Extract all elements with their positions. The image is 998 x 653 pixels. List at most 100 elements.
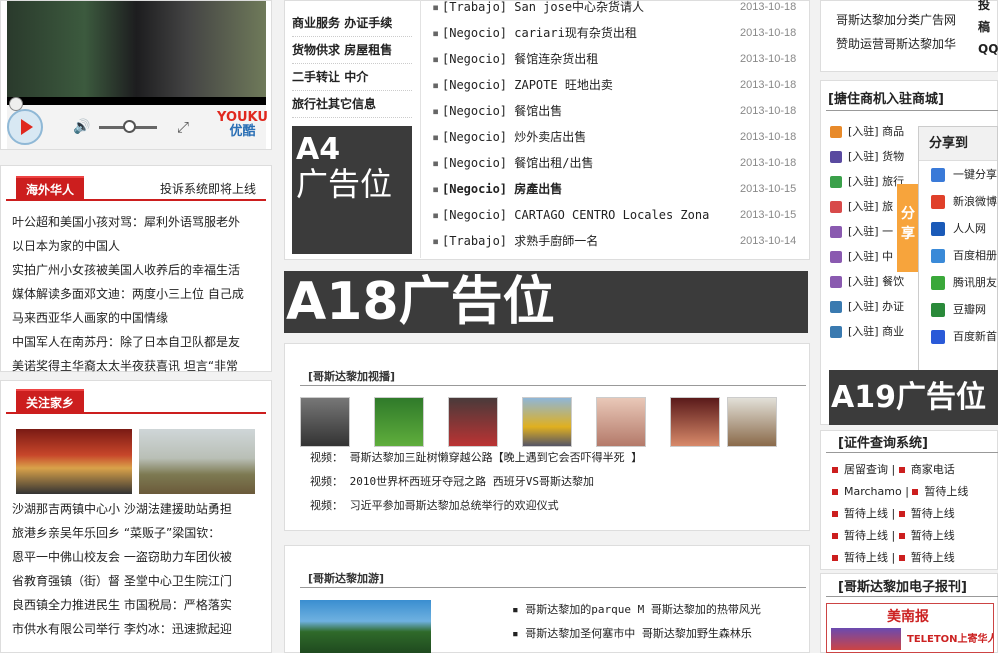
list-item[interactable]: 视频： 习近平参加哥斯达黎加总统举行的欢迎仪式 [310,494,800,518]
complaint-link[interactable]: 投诉系统即将上线 [160,180,256,197]
list-item[interactable]: 叶公超和美国小孩对骂：犀利外语骂服老外 [12,210,262,234]
table-row[interactable]: ▪ [Trabajo] San jose中心杂货请人 2013-10-18 [432,0,804,20]
ad-a4[interactable]: A4 广告位 [292,126,412,254]
cert-link[interactable]: 商家电话 [911,463,955,476]
video-thumb[interactable] [374,397,424,447]
video-thumb[interactable] [727,397,777,447]
list-item[interactable]: 哥斯达黎加分类广告网 [836,8,976,32]
video-frame[interactable] [7,1,266,97]
list-item[interactable]: 赞助运营哥斯达黎加华 [836,32,976,56]
table-row[interactable]: ▪ [Negocio] 餐馆连杂货出租 2013-10-18 [432,46,804,72]
table-row[interactable]: ▪ [Negocio] 炒外卖店出售 2013-10-18 [432,124,804,150]
cert-link[interactable]: Marchamo [844,485,902,498]
nav-link[interactable]: 办证手续 [344,16,392,30]
list-item[interactable]: [入驻] 餐饮 [830,269,920,294]
list-item[interactable]: [入驻] 商业 [830,319,920,344]
nav-link[interactable]: 货物供求 [292,43,340,57]
share-item[interactable]: 百度相册 [919,242,997,269]
list-item[interactable]: 马来西亚华人画家的中国情缘 [12,306,262,330]
ad-a18[interactable]: A18广告位 [284,271,808,333]
video-thumb[interactable] [448,397,498,447]
nav-link[interactable]: 二手转让 [292,70,340,84]
ad-a19[interactable]: A19广告位 [829,370,998,425]
list-item[interactable]: 旅港乡亲吴年乐回乡 “菜贩子”梁国钦： [12,521,264,545]
list-item[interactable]: [入驻] 货物 [830,144,920,169]
nav-link[interactable]: 商业服务 [292,16,340,30]
video-progress-bar[interactable] [7,97,266,105]
list-item[interactable]: [入驻] 办证 [830,294,920,319]
list-item[interactable]: [入驻] 商品 [830,119,920,144]
table-row[interactable]: ▪ [Negocio] CARTAGO CENTRO Locales Zona 20… [432,202,804,228]
section-title: [哥斯达黎加游] [308,572,385,585]
list-item[interactable]: ▪ 哥斯达黎加的parque M 哥斯达黎加的热带风光 [512,598,802,622]
table-row[interactable]: ▪ [Negocio] 餐馆出售 2013-10-18 [432,98,804,124]
renren-icon [931,221,945,236]
cert-link[interactable]: 暂待上线 [844,529,888,542]
list-item[interactable]: 市供水有限公司举行 李灼冰：迅速掀起迎 [12,617,264,641]
share-item[interactable]: 豆瓣网 [919,296,997,323]
table-row[interactable]: ▪ [Negocio] 房產出售 2013-10-15 [432,176,804,202]
travel-list: ▪ 哥斯达黎加的parque M 哥斯达黎加的热带风光 ▪ 哥斯达黎加圣何塞市中… [512,598,802,646]
epaper-cover[interactable]: 美南报 TELETON上寄华人 [826,603,994,653]
fullscreen-icon[interactable]: ⤢ [177,118,189,136]
contribute-qq[interactable]: 投稿 QQ [978,0,998,60]
video-thumb[interactable] [300,397,350,447]
share-tab[interactable]: 分享 [897,184,919,272]
table-row[interactable]: ▪ [Negocio] cariari现有杂货出租 2013-10-18 [432,20,804,46]
baidu-album-icon [931,248,945,263]
list-item[interactable]: 视频： 哥斯达黎加三趾树懒穿越公路【晚上遇到它会否吓得半死 】 [310,446,800,470]
nav-row: 商业服务 办证手续 [292,10,412,37]
table-row[interactable]: ▪ [Trabajo] 求熟手廚師一名 2013-10-14 [432,228,804,254]
share-item[interactable]: 人人网 [919,215,997,242]
list-item[interactable]: 媒体解读多面邓文迪：两度小三上位 自己成 [12,282,262,306]
video-player[interactable]: 🔊 ⤢ YOUKU 优酷 [0,0,272,150]
cert-link[interactable]: 暂待上线 [911,507,955,520]
nav-link[interactable]: 中介 [344,70,368,84]
play-icon [20,119,33,135]
cert-link[interactable]: 暂待上线 [844,551,888,564]
volume-icon[interactable]: 🔊 [73,119,90,135]
table-row[interactable]: ▪ [Negocio] 餐馆出租/出售 2013-10-18 [432,150,804,176]
list-item[interactable]: 中国军人在南苏丹：除了日本自卫队都是友 [12,330,262,354]
share-item[interactable]: 百度新首 [919,323,997,350]
video-thumb[interactable] [522,397,572,447]
list-item[interactable]: 视频： 2010世界杯西班牙夺冠之路 西班牙VS哥斯达黎加 [310,470,800,494]
nav-row: 旅行社其它信息 [292,91,412,118]
share-item[interactable]: 一键分享 [919,161,997,188]
share-item[interactable]: 新浪微博 [919,188,997,215]
share-icon [931,167,945,182]
share-item[interactable]: 腾讯朋友 [919,269,997,296]
cert-link[interactable]: 暂待上线 [911,529,955,542]
video-thumb[interactable] [670,397,720,447]
list-item[interactable]: 实拍广州小女孩被美国人收养后的幸福生活 [12,258,262,282]
travel-photo[interactable] [300,600,431,653]
list-item[interactable]: 良西镇全力推进民生 市国税局：严格落实 [12,593,264,617]
cert-link[interactable]: 暂待上线 [844,507,888,520]
list-item[interactable]: 恩平一中佛山校友会 一盗窃助力车团伙被 [12,545,264,569]
baidu-icon [931,329,945,344]
volume-knob[interactable] [123,120,136,133]
play-button[interactable] [7,109,43,145]
list-item[interactable]: ▪ 哥斯达黎加圣何塞市中 哥斯达黎加野生森林乐 [512,622,802,646]
video-thumb[interactable] [596,397,646,447]
divider [6,412,266,414]
epaper-masthead: 美南报 [887,609,929,625]
tab-hometown[interactable]: 关注家乡 [16,389,85,413]
list-item[interactable]: 沙湖那吉两镇中心小 沙湖法建援助站勇担 [12,497,264,521]
cert-link[interactable]: 居留查询 [844,463,888,476]
cert-link[interactable]: 暂待上线 [911,551,955,564]
tab-overseas-chinese[interactable]: 海外华人 [16,176,85,200]
nav-row: 货物供求 房屋租售 [292,37,412,64]
nav-link[interactable]: 房屋租售 [344,43,392,57]
hometown-news-list: 沙湖那吉两镇中心小 沙湖法建援助站勇担 旅港乡亲吴年乐回乡 “菜贩子”梁国钦： … [12,497,264,641]
hometown-photo-1[interactable] [16,429,132,494]
cert-link[interactable]: 暂待上线 [924,485,968,498]
list-item[interactable]: 以日本为家的中国人 [12,234,262,258]
table-row[interactable]: ▪ [Negocio] ZAPOTE 旺地出卖 2013-10-18 [432,72,804,98]
list-item[interactable]: 美诺奖得主华裔太太半夜获喜讯 坦言“非常 [12,354,262,378]
overseas-news-list: 叶公超和美国小孩对骂：犀利外语骂服老外 以日本为家的中国人 实拍广州小女孩被美国… [12,210,262,378]
divider [826,452,998,453]
hometown-photo-2[interactable] [139,429,255,494]
list-item[interactable]: 省教育强镇（街）督 圣堂中心卫生院江门 [12,569,264,593]
nav-link[interactable]: 旅行社其它信息 [292,97,376,111]
